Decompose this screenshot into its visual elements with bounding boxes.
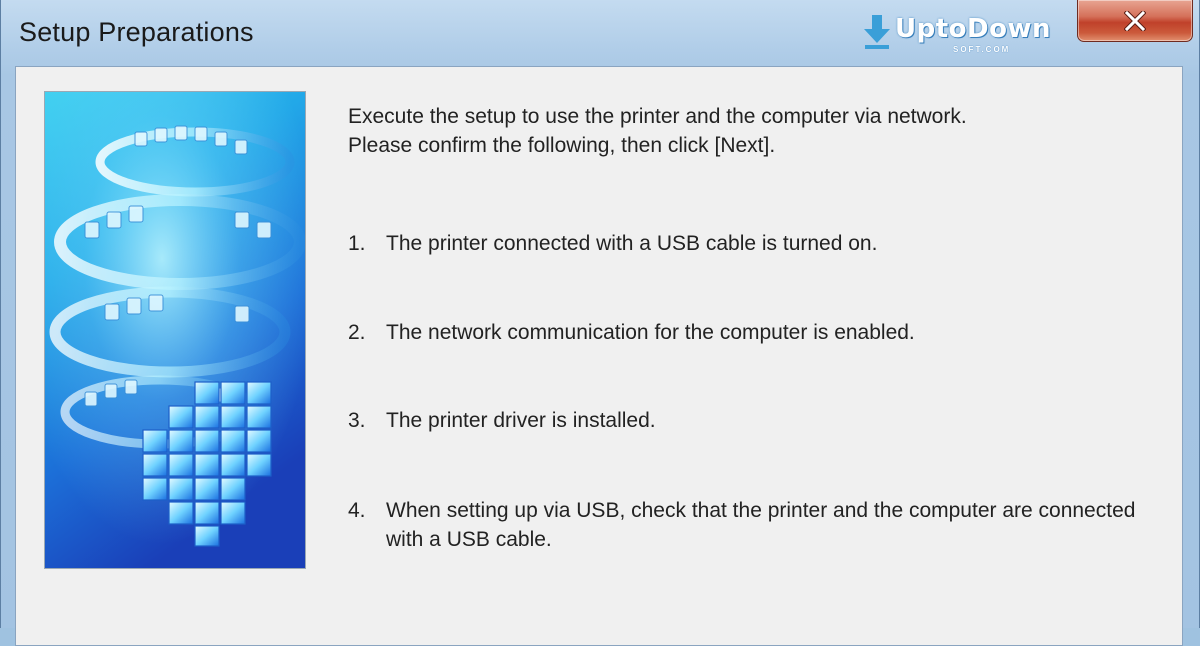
intro-line-2: Please confirm the following, then click…	[348, 134, 776, 157]
intro-text: Execute the setup to use the printer and…	[348, 102, 1148, 160]
setup-preparations-window: Setup Preparations UptoDown SOFT.COM Exe…	[0, 0, 1200, 646]
checklist-number: 3.	[348, 409, 366, 432]
checklist-number: 4.	[348, 499, 366, 522]
uptodown-watermark: UptoDown SOFT.COM	[863, 12, 1063, 56]
checklist-number: 2.	[348, 321, 366, 344]
window-title: Setup Preparations	[19, 17, 254, 47]
title-bar[interactable]: Setup Preparations UptoDown SOFT.COM	[1, 0, 1200, 66]
watermark-sub: SOFT.COM	[953, 45, 1011, 54]
download-arrow-icon	[864, 15, 890, 49]
checklist-text: The network communication for the comput…	[386, 321, 915, 344]
side-banner-image	[44, 91, 306, 569]
close-button[interactable]	[1077, 0, 1193, 42]
checklist-text: When setting up via USB, check that the …	[386, 499, 1136, 551]
printer-setup-artwork	[45, 92, 305, 568]
checklist-text: The printer driver is installed.	[386, 409, 656, 432]
intro-line-1: Execute the setup to use the printer and…	[348, 105, 967, 128]
dialog-content: Execute the setup to use the printer and…	[15, 66, 1183, 646]
watermark-word: UptoDown	[895, 14, 1051, 44]
checklist-text: The printer connected with a USB cable i…	[386, 232, 878, 255]
close-icon	[1124, 11, 1146, 31]
checklist-number: 1.	[348, 232, 366, 255]
